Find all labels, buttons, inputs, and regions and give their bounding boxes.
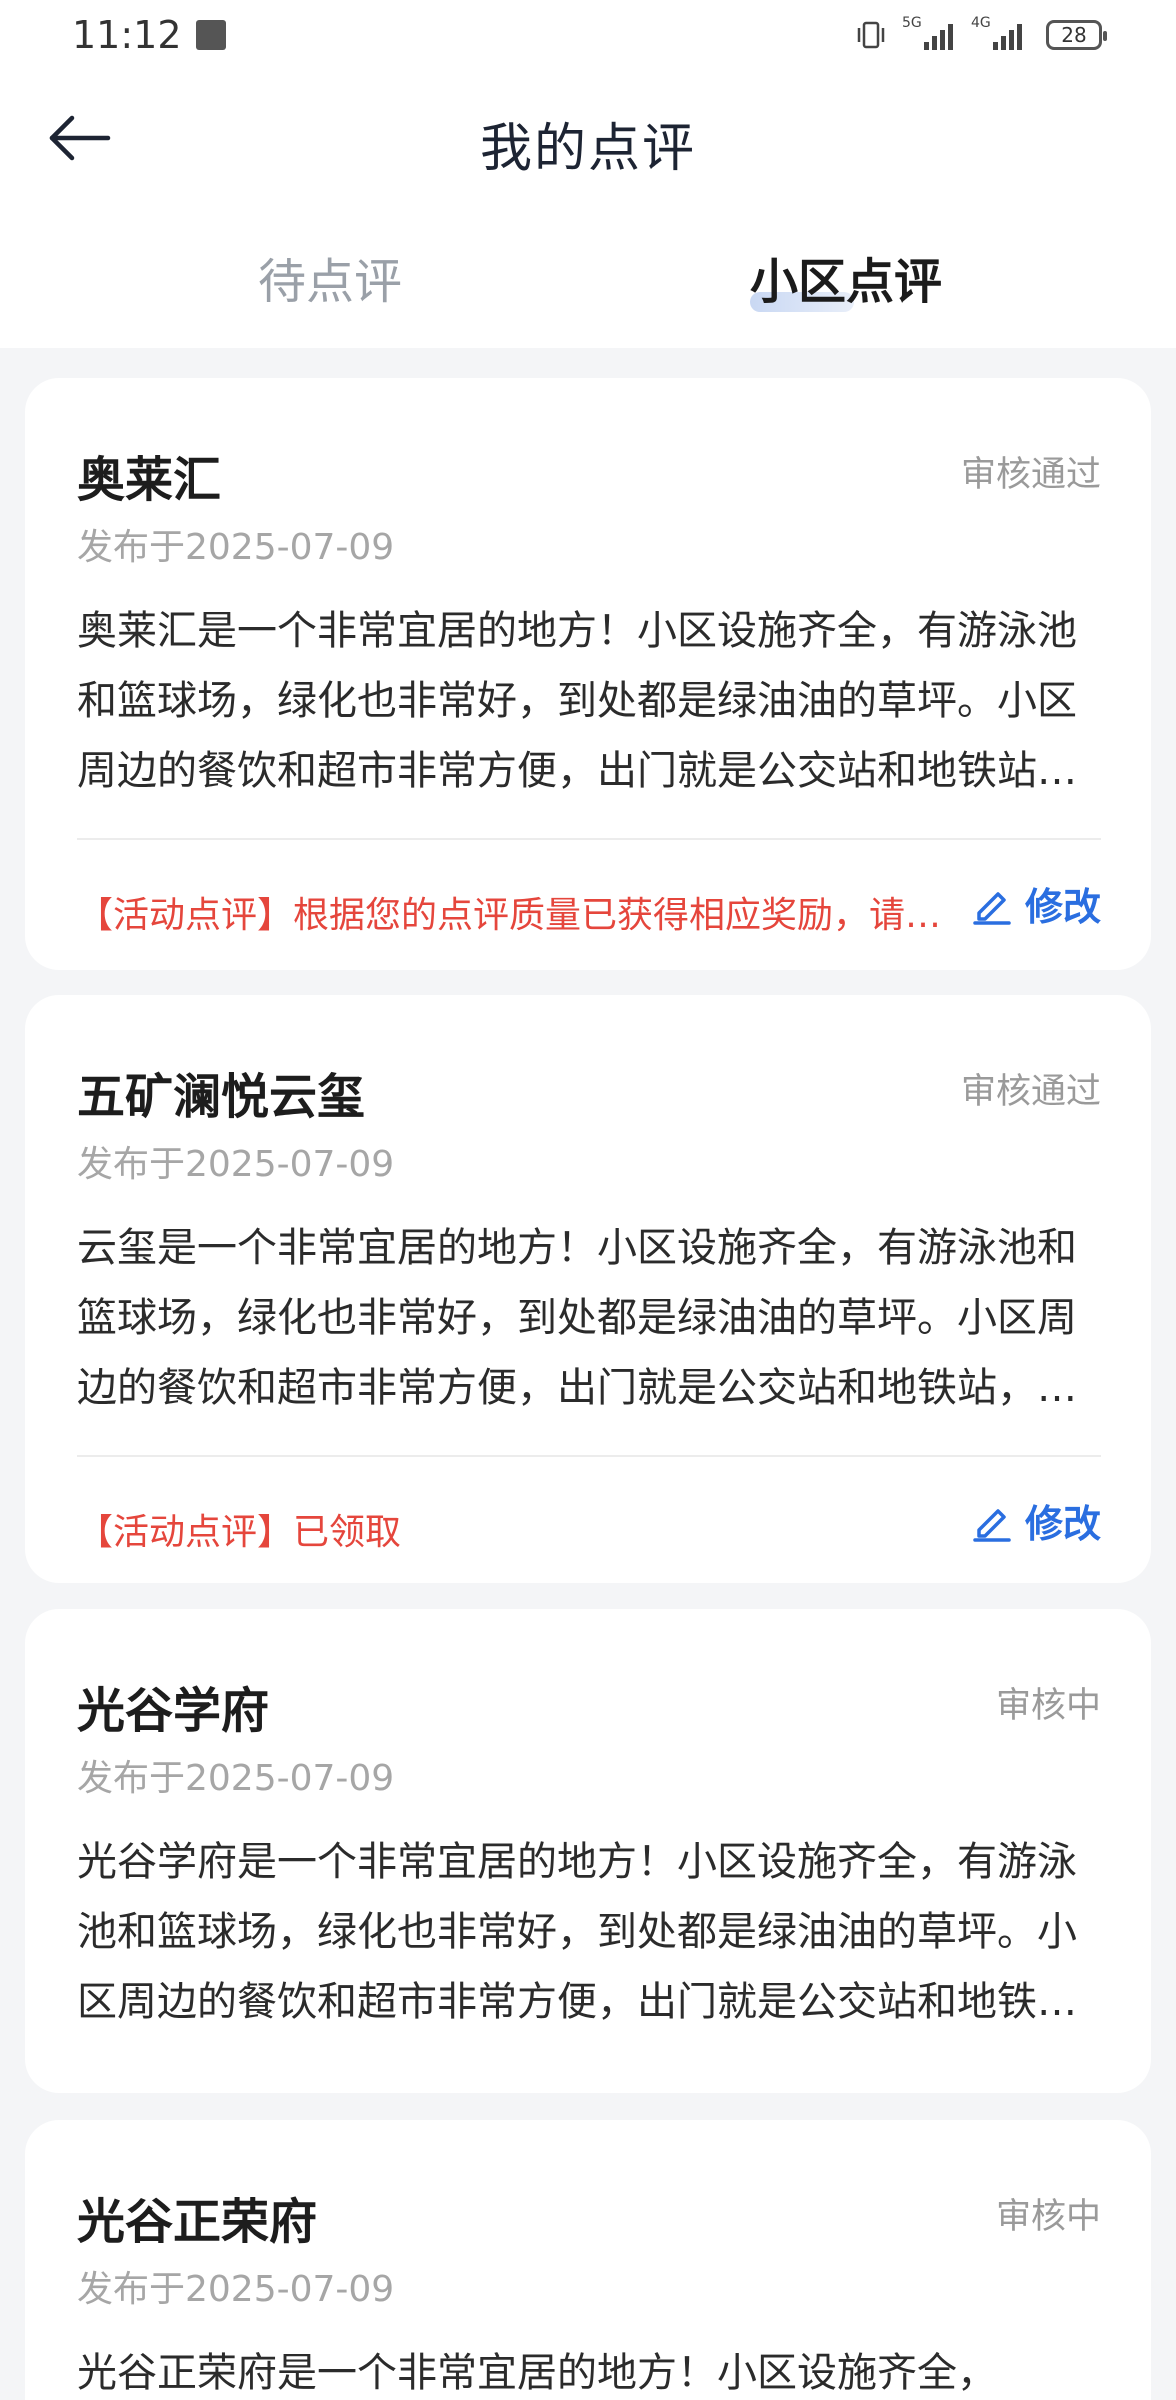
status-bar: 11:12 5G 4G 28 (0, 0, 1176, 70)
edit-label: 修改 (1024, 1502, 1101, 1546)
review-card[interactable]: 五矿澜悦云玺 审核通过 发布于2025-07-09 云玺是一个非常宜居的地方！小… (25, 995, 1151, 1583)
community-name: 五矿澜悦云玺 (77, 1069, 366, 1125)
review-status: 审核通过 (960, 1072, 1101, 1112)
review-card[interactable]: 光谷学府 审核中 发布于2025-07-09 光谷学府是一个非常宜居的地方！小区… (25, 1609, 1151, 2093)
review-text: 奥莱汇是一个非常宜居的地方！小区设施齐全，有游泳池和篮球场，绿化也非常好，到处都… (77, 608, 1077, 794)
publish-date: 发布于2025-07-09 (77, 527, 395, 568)
publish-date: 发布于2025-07-09 (77, 2269, 395, 2310)
tab-bar: 待点评 小区点评 (0, 210, 1176, 348)
vibrate-icon (857, 21, 885, 49)
signal-5g-icon: 5G (902, 16, 953, 50)
community-name: 奥莱汇 (77, 452, 222, 508)
clock: 11:12 (72, 13, 182, 57)
edit-label: 修改 (1024, 885, 1101, 929)
review-status: 审核通过 (960, 455, 1101, 495)
community-name: 光谷学府 (77, 1683, 270, 1739)
signal-4g-icon: 4G (971, 16, 1022, 50)
header: 我的点评 (0, 70, 1176, 210)
tab-community-review[interactable]: 小区点评 (750, 242, 942, 312)
page-title: 我的点评 (479, 119, 696, 179)
activity-note: 【活动点评】已领取 (77, 1512, 402, 1553)
publish-date: 发布于2025-07-09 (77, 1144, 395, 1185)
tab-community-review-label: 小区点评 (750, 254, 943, 310)
battery-level: 28 (1061, 23, 1087, 47)
edit-button[interactable]: 修改 (971, 1493, 1101, 1548)
publish-date: 发布于2025-07-09 (77, 1758, 395, 1799)
review-card[interactable]: 奥莱汇 审核通过 发布于2025-07-09 奥莱汇是一个非常宜居的地方！小区设… (25, 378, 1151, 970)
community-name: 光谷正荣府 (77, 2194, 318, 2250)
edit-icon (973, 1508, 1011, 1542)
edit-icon (973, 891, 1011, 925)
review-status: 审核中 (995, 2197, 1101, 2237)
notification-icon (195, 20, 226, 50)
activity-note: 【活动点评】根据您的点评质量已获得相应奖励，请前往查看 (77, 895, 967, 936)
review-text: 云玺是一个非常宜居的地方！小区设施齐全，有游泳池和篮球场，绿化也非常好，到处都是… (77, 1225, 1077, 1411)
review-status: 审核中 (995, 1686, 1101, 1726)
review-text: 光谷学府是一个非常宜居的地方！小区设施齐全，有游泳池和篮球场，绿化也非常好，到处… (77, 1839, 1077, 2025)
battery-icon: 28 (1046, 20, 1107, 50)
review-card[interactable]: 光谷正荣府 审核中 发布于2025-07-09 光谷正荣府是一个非常宜居的地方！… (25, 2120, 1151, 2400)
tab-pending-review[interactable]: 待点评 (258, 242, 402, 312)
status-time: 11:12 (72, 13, 226, 57)
signal-4g-label: 4G (971, 15, 991, 31)
divider (77, 1455, 1101, 1457)
signal-5g-label: 5G (902, 15, 922, 31)
review-text: 光谷正荣府是一个非常宜居的地方！小区设施齐全， (77, 2350, 997, 2396)
status-icons: 5G 4G 28 (854, 16, 1107, 52)
divider (77, 838, 1101, 840)
edit-button[interactable]: 修改 (971, 876, 1101, 931)
